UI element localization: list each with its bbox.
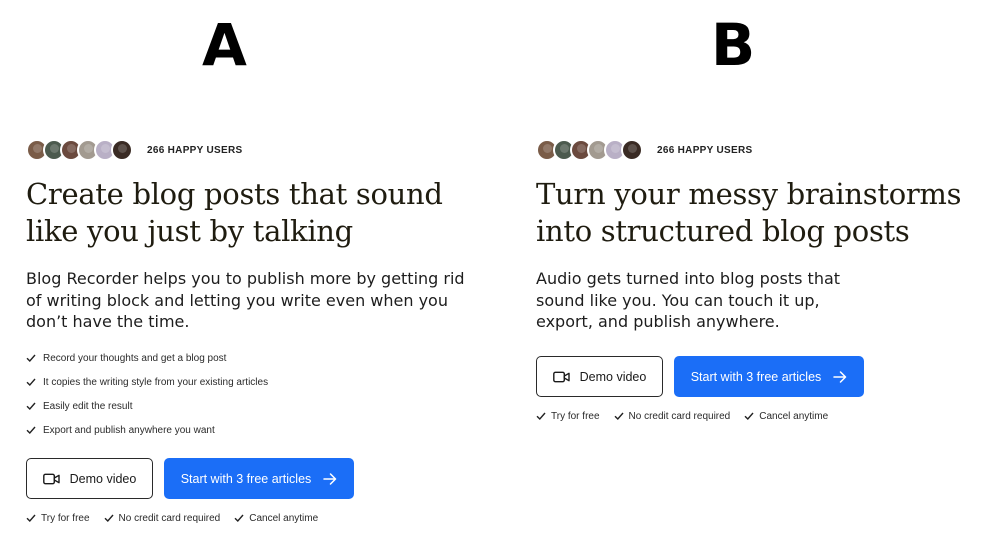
check-icon bbox=[26, 378, 36, 387]
guarantee-list: Try for free No credit card required Can… bbox=[26, 511, 332, 525]
start-free-articles-button[interactable]: Start with 3 free articles bbox=[164, 458, 354, 499]
video-camera-icon bbox=[42, 473, 60, 485]
happy-users-count: 266 HAPPY USERS bbox=[147, 144, 243, 156]
check-icon bbox=[536, 412, 546, 421]
arrow-right-icon bbox=[323, 472, 337, 485]
feature-text: Export and publish anywhere you want bbox=[43, 424, 215, 436]
check-icon bbox=[26, 354, 36, 363]
start-button-label: Start with 3 free articles bbox=[180, 471, 312, 486]
guarantee-item: Try for free bbox=[536, 409, 600, 423]
feature-item: Record your thoughts and get a blog post bbox=[26, 346, 268, 370]
guarantee-list: Try for free No credit card required Can… bbox=[536, 409, 842, 423]
check-icon bbox=[26, 514, 36, 523]
guarantee-item: No credit card required bbox=[104, 511, 221, 525]
feature-list: Record your thoughts and get a blog post… bbox=[26, 346, 268, 442]
demo-video-button[interactable]: Demo video bbox=[536, 356, 663, 397]
guarantee-item: No credit card required bbox=[614, 409, 731, 423]
cta-actions: Demo video Start with 3 free articles bbox=[536, 356, 864, 397]
guarantee-text: Try for free bbox=[41, 512, 90, 524]
guarantee-item: Cancel anytime bbox=[234, 511, 318, 525]
start-button-label: Start with 3 free articles bbox=[690, 369, 822, 384]
guarantee-text: Try for free bbox=[551, 410, 600, 422]
variant-b-panel: B 266 HAPPY USERS Turn your messy brains… bbox=[510, 0, 980, 559]
check-icon bbox=[614, 412, 624, 421]
hero-description: Blog Recorder helps you to publish more … bbox=[26, 269, 465, 331]
demo-video-label: Demo video bbox=[69, 471, 137, 486]
start-free-articles-button[interactable]: Start with 3 free articles bbox=[674, 356, 864, 397]
feature-text: It copies the writing style from your ex… bbox=[43, 376, 269, 388]
variant-a-panel: A 266 HAPPY USERS Create blog posts that… bbox=[0, 0, 470, 559]
social-proof: 266 HAPPY USERS bbox=[26, 138, 242, 162]
guarantee-item: Try for free bbox=[26, 511, 90, 525]
check-icon bbox=[26, 426, 36, 435]
social-proof: 266 HAPPY USERS bbox=[536, 138, 752, 162]
check-icon bbox=[744, 412, 754, 421]
hero-description: Audio gets turned into blog posts that s… bbox=[536, 269, 841, 331]
guarantee-text: Cancel anytime bbox=[249, 512, 319, 524]
guarantee-text: Cancel anytime bbox=[759, 410, 829, 422]
avatar-group bbox=[536, 139, 643, 161]
guarantee-text: No credit card required bbox=[118, 512, 221, 524]
variant-label: B bbox=[711, 11, 756, 79]
hero-headline: Create blog posts that sound like you ju… bbox=[26, 177, 443, 248]
cta-actions: Demo video Start with 3 free articles bbox=[26, 458, 354, 499]
hero-headline: Turn your messy brainstorms into structu… bbox=[536, 177, 962, 248]
feature-item: Easily edit the result bbox=[26, 394, 268, 418]
guarantee-item: Cancel anytime bbox=[744, 409, 828, 423]
arrow-right-icon bbox=[833, 370, 847, 383]
demo-video-label: Demo video bbox=[579, 369, 647, 384]
demo-video-button[interactable]: Demo video bbox=[26, 458, 153, 499]
check-icon bbox=[104, 514, 114, 523]
variant-label: A bbox=[202, 11, 247, 79]
avatar-group bbox=[26, 139, 133, 161]
feature-text: Easily edit the result bbox=[43, 400, 133, 412]
avatar bbox=[111, 139, 133, 161]
feature-item: It copies the writing style from your ex… bbox=[26, 370, 268, 394]
happy-users-count: 266 HAPPY USERS bbox=[657, 144, 753, 156]
avatar bbox=[621, 139, 643, 161]
check-icon bbox=[26, 402, 36, 411]
feature-item: Export and publish anywhere you want bbox=[26, 418, 268, 442]
video-camera-icon bbox=[552, 371, 570, 383]
feature-text: Record your thoughts and get a blog post bbox=[43, 352, 227, 364]
guarantee-text: No credit card required bbox=[628, 410, 731, 422]
check-icon bbox=[234, 514, 244, 523]
